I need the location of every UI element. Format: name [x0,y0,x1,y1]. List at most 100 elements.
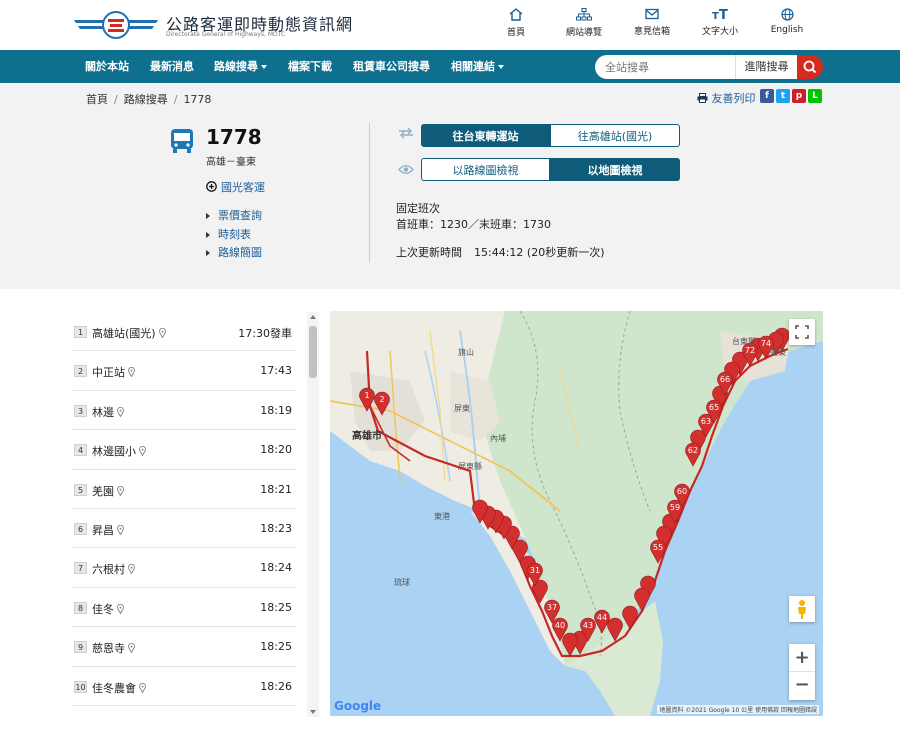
stop-name[interactable]: 林邊國小 [92,445,136,458]
scroll-up-arrow-icon[interactable] [310,315,316,319]
print-link[interactable]: 友善列印 [697,90,756,106]
line-icon[interactable]: L [808,89,822,103]
site-search-input[interactable] [595,55,735,79]
stop-row[interactable]: 4 林邊國小 18:20 [72,430,296,470]
stop-name[interactable]: 昇昌 [92,524,114,537]
nav-downloads[interactable]: 檔案下載 [288,50,332,83]
marker-label: 2 [379,395,384,404]
tab-to-kaohsiung[interactable]: 往高雄站(國光) [550,124,680,147]
map-pin-icon[interactable] [128,643,135,654]
stop-name[interactable]: 佳冬 [92,603,114,616]
stop-row[interactable]: 1 高雄站(國光) 17:30發車 [72,312,296,352]
map-attribution[interactable]: 地圖資料 ©2021 Google 10 公里 使用條款 回報地圖錯誤 [657,705,819,714]
mailbox-link[interactable]: 意見信箱 [618,8,686,38]
stop-row[interactable]: 3 林邊 18:19 [72,391,296,431]
site-subtitle: Directorate General of Highways, MOTC [166,31,286,38]
stop-sequence: 9 [74,641,87,654]
home-link[interactable]: 首頁 [482,8,550,38]
stop-sequence: 1 [74,326,87,338]
text-size-icon: TT [712,8,728,20]
breadcrumb-home[interactable]: 首頁 [86,93,108,106]
stop-name[interactable]: 高雄站(國光) [92,327,156,340]
map-canvas[interactable]: 1 2313740 4344555960626365667274 [330,311,823,716]
fullscreen-button[interactable] [789,319,815,345]
map-pin-icon[interactable] [117,603,124,614]
tab-route-diagram-view[interactable]: 以路線圖檢視 [421,158,550,181]
marker-label: 31 [530,566,540,575]
stop-time: 18:19 [260,403,292,417]
zoom-in-button[interactable]: + [789,644,815,672]
stop-name[interactable]: 中正站 [92,366,125,379]
breadcrumb-route-search[interactable]: 路線搜尋 [124,93,168,106]
map-pin-icon[interactable] [128,367,135,378]
stop-name[interactable]: 六根村 [92,563,125,576]
zoom-controls: + − [789,644,815,700]
breadcrumb: 首頁 / 路線搜尋/1778 [86,93,212,106]
updated-time: 15:44:12 (20秒更新一次) [474,246,605,259]
stop-sequence: 5 [74,483,87,496]
dgh-logo-icon[interactable] [74,10,158,40]
tab-to-taitung[interactable]: 往台東轉運站 [421,124,550,147]
map-pin-icon[interactable] [117,406,124,417]
svg-text:T: T [712,11,719,20]
search-button[interactable] [797,55,823,79]
timetable-link[interactable]: 時刻表 [206,226,262,245]
stop-sequence: 4 [74,444,87,457]
map-pin-icon[interactable] [139,446,146,457]
twitter-icon[interactable]: t [776,89,790,103]
map-pin-icon[interactable] [117,524,124,535]
street-view-pegman[interactable] [789,596,815,622]
map-label-pingtung-county: 屏東縣 [458,462,482,471]
nav-rental-search-label: 租賃車公司搜尋 [353,60,430,73]
nav-rental-search[interactable]: 租賃車公司搜尋 [353,50,430,83]
stop-list-scrollbar[interactable] [307,312,319,717]
stop-row[interactable]: 2 中正站 17:43 [72,351,296,391]
map-pin-icon[interactable] [128,564,135,575]
sitemap-link[interactable]: 網站導覽 [550,8,618,38]
map-pin-icon[interactable] [139,682,146,693]
stop-row[interactable]: 8 佳冬 18:25 [72,588,296,628]
company-name: 國光客運 [221,181,265,194]
map-pin-icon[interactable] [117,485,124,496]
nav-related-links[interactable]: 相關連結 [451,50,504,83]
stop-list[interactable]: 1 高雄站(國光) 17:30發車 2 中正站 17:43 3 林邊 18:19 4 林邊國小 18:… [72,312,296,717]
zoom-out-button[interactable]: − [789,672,815,700]
text-size-link[interactable]: TT 文字大小 [686,8,754,38]
advanced-search-button[interactable]: 進階搜尋 [735,55,797,79]
tab-map-view[interactable]: 以地圖檢視 [550,158,680,181]
first-last-bus: 首班車：1230／末班車：1730 [396,218,551,231]
home-icon [509,8,523,21]
stop-row[interactable]: 6 昇昌 18:23 [72,509,296,549]
nav-route-search[interactable]: 路線搜尋 [214,50,267,83]
map-pin-icon[interactable] [158,328,166,338]
stop-name[interactable]: 佳冬農會 [92,682,136,695]
breadcrumb-current: 1778 [183,93,212,106]
scroll-down-arrow-icon[interactable] [310,710,316,714]
nav-about[interactable]: 關於本站 [85,50,129,83]
marker-label: 60 [677,487,687,496]
mailbox-label: 意見信箱 [633,27,670,37]
stop-name[interactable]: 慈恩寺 [92,642,125,655]
facebook-icon[interactable]: f [760,89,774,103]
nav-news[interactable]: 最新消息 [150,50,194,83]
google-logo[interactable]: Google [334,699,381,713]
stop-row[interactable]: 5 羌園 18:21 [72,470,296,509]
stop-row[interactable]: 9 慈恩寺 18:25 [72,627,296,667]
nav-related-links-label: 相關連結 [451,60,495,73]
stop-name[interactable]: 林邊 [92,406,114,419]
english-link[interactable]: English [754,8,820,38]
fare-query-link[interactable]: 票價查詢 [206,207,262,226]
scrollbar-thumb[interactable] [309,326,317,378]
nav-about-label: 關於本站 [85,60,129,73]
stop-row[interactable]: 7 六根村 18:24 [72,548,296,588]
stop-row[interactable]: 10 佳冬農會 18:26 [72,667,296,706]
route-map[interactable]: 1 2 31 37 40 43 44 55 59 60 62 63 65 66 72 74 高雄市 屏東縣 台… [330,311,823,716]
map-label-neipu: 內埔 [490,434,506,443]
sitemap-icon [576,8,592,21]
pinterest-icon[interactable]: p [792,89,806,103]
map-label-kaohsiung: 高雄市 [352,431,382,442]
route-diagram-link[interactable]: 路線簡圖 [206,244,262,263]
company-link[interactable]: 國光客運 [206,179,265,195]
stop-name[interactable]: 羌園 [92,485,114,498]
stop-time: 17:30發車 [238,327,292,340]
